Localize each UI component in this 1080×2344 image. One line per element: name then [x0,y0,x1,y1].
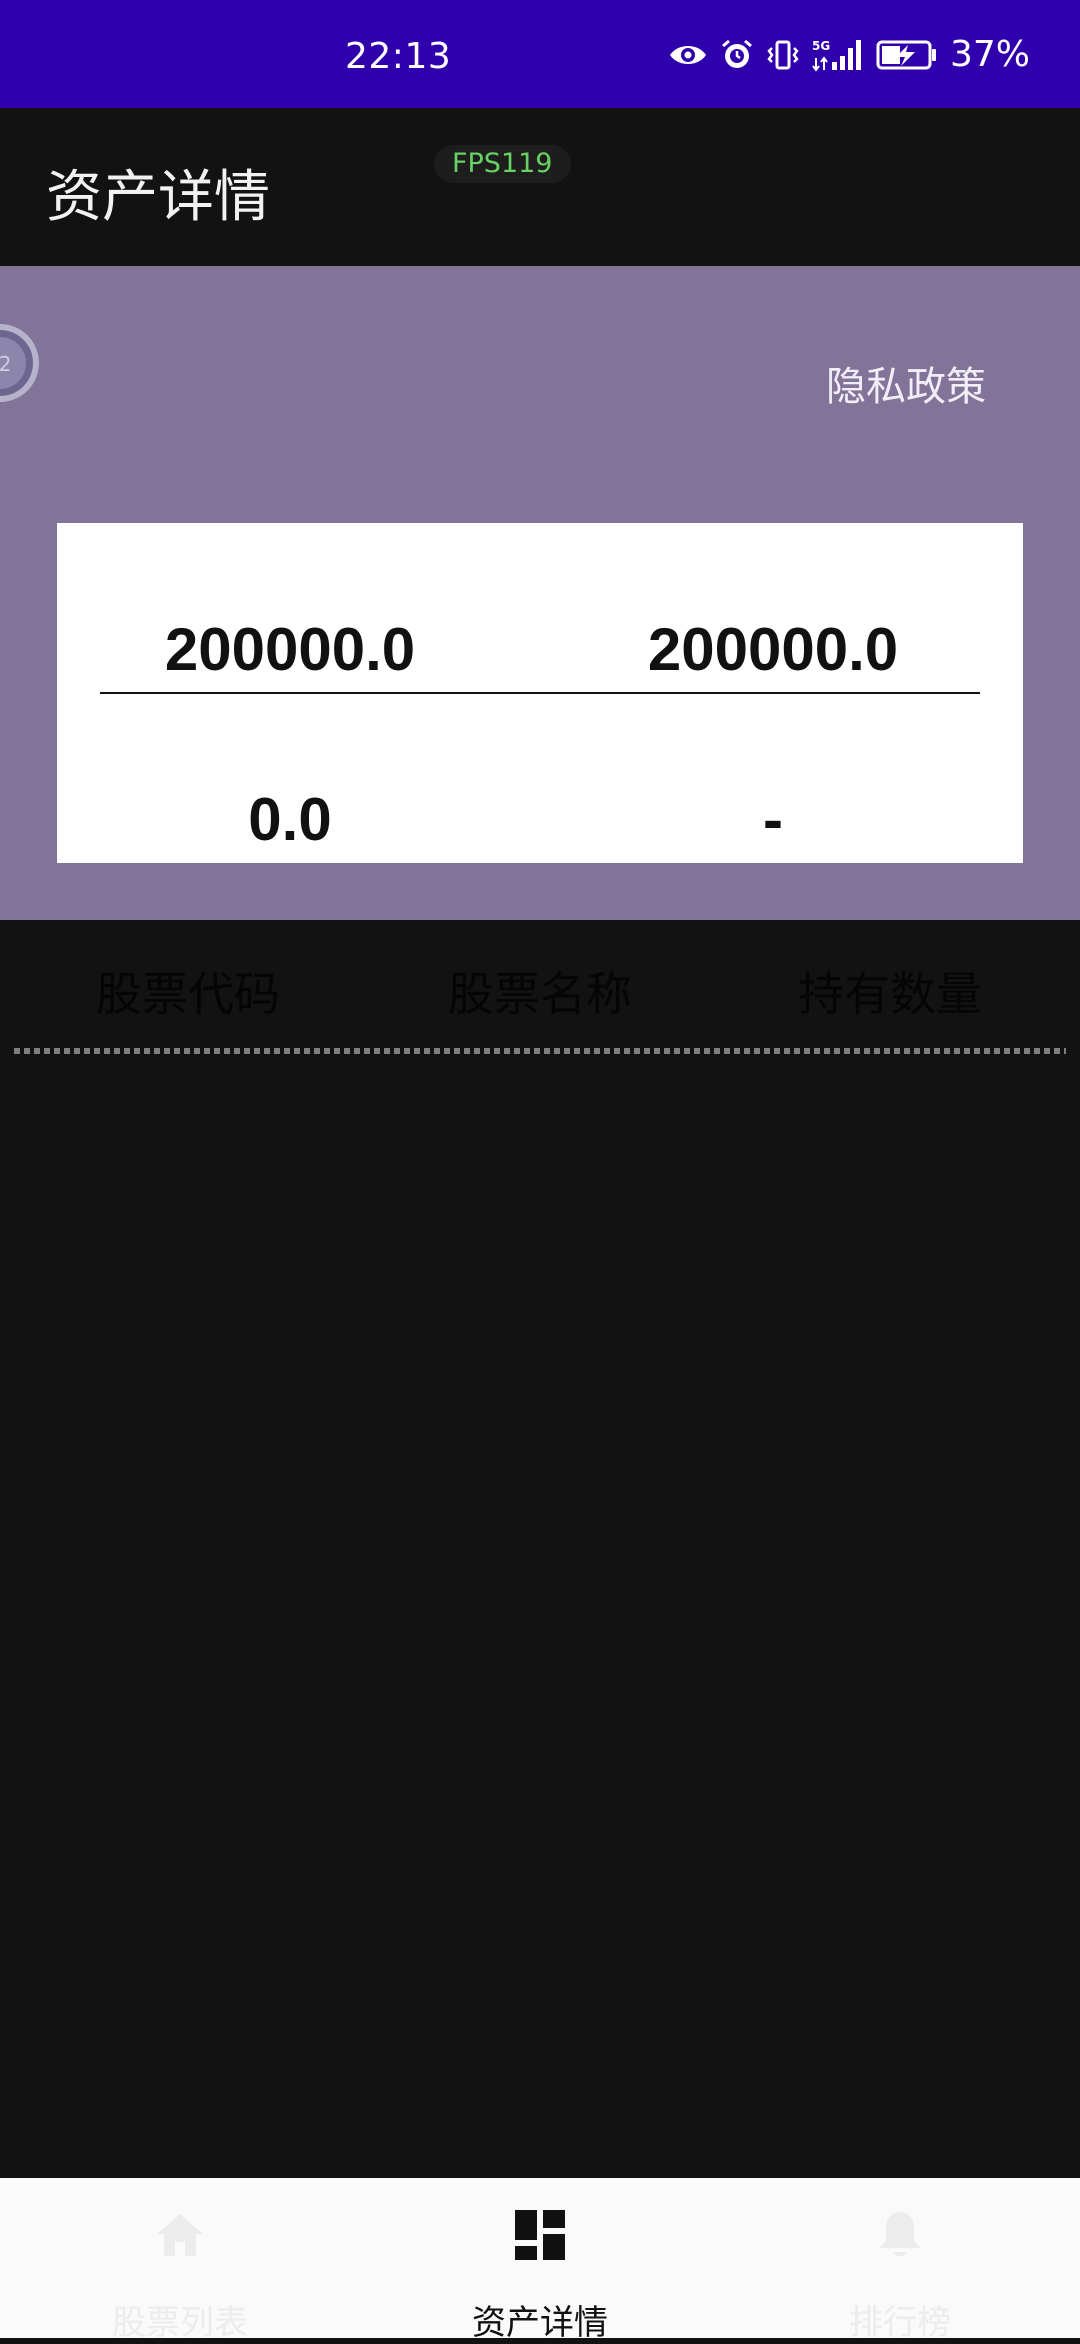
card-divider [100,692,980,694]
nav-item-asset-details[interactable]: 资产详情 [360,2178,720,2343]
floating-assistant-ball[interactable]: 22 [0,322,40,404]
status-icons: 5G 37% [668,34,1030,75]
dashboard-icon [515,2210,565,2260]
page-title: 资产详情 [46,165,270,230]
column-quantity: 持有数量 [798,967,982,1021]
asset-card: 200000.0 200000.0 0.0 - [57,523,1023,863]
float-ball-label: 22 [0,352,11,376]
fps-badge: FPS119 [434,145,571,183]
status-time: 22:13 [345,36,452,77]
privacy-policy-link[interactable]: 隐私政策 [826,354,986,412]
nav-label-stock-list: 股票列表 [112,2303,248,2343]
column-stock-code: 股票代码 [96,967,280,1021]
total-assets-value: 200000.0 [164,616,416,683]
eye-icon [669,45,706,64]
bottom-navigation: 股票列表 资产详情 排行榜 [0,2178,1080,2343]
column-stock-name: 股票名称 [448,967,632,1021]
status-bar: 22:13 5G 37% [0,0,1080,108]
nav-item-stock-list[interactable]: 股票列表 [0,2178,360,2343]
signal-5g-icon: 5G [812,39,861,72]
alarm-icon [722,39,752,68]
table-divider [14,1048,1066,1054]
profit-value: - [763,786,783,853]
nav-label-ranking: 排行榜 [849,2303,951,2343]
holdings-table-header: 股票代码 股票名称 持有数量 [0,920,1080,1050]
battery-percent: 37% [949,34,1030,75]
bell-icon [880,2212,920,2257]
market-value: 0.0 [248,786,332,853]
app-bar: 资产详情 FPS119 [0,108,1080,266]
network-label: 5G [812,39,830,53]
nav-item-ranking[interactable]: 排行榜 [720,2178,1080,2343]
nav-label-asset-details: 资产详情 [472,2303,608,2343]
battery-charging-icon [876,40,936,69]
home-icon [157,2214,203,2256]
vibrate-icon [767,40,799,69]
available-funds-value: 200000.0 [647,616,899,683]
